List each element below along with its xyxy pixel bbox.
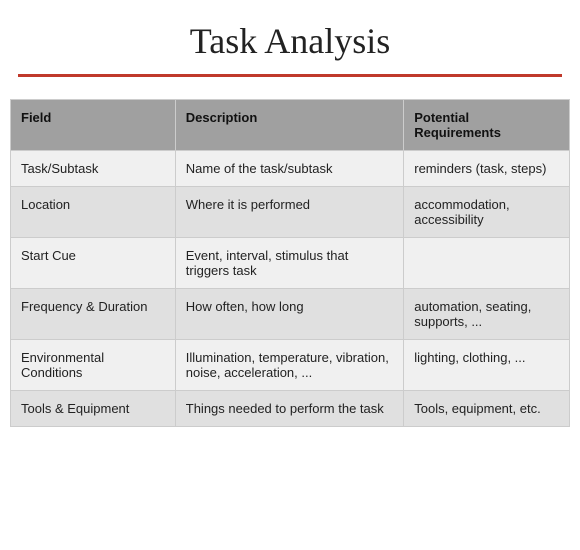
cell-description: How often, how long [175, 289, 403, 340]
cell-description: Name of the task/subtask [175, 151, 403, 187]
col-header-field: Field [11, 100, 176, 151]
table-row: Frequency & DurationHow often, how longa… [11, 289, 570, 340]
cell-description: Things needed to perform the task [175, 391, 403, 427]
table-row: Tools & EquipmentThings needed to perfor… [11, 391, 570, 427]
col-header-description: Description [175, 100, 403, 151]
table-row: Start CueEvent, interval, stimulus that … [11, 238, 570, 289]
cell-field: Environmental Conditions [11, 340, 176, 391]
cell-field: Task/Subtask [11, 151, 176, 187]
cell-description: Illumination, temperature, vibration, no… [175, 340, 403, 391]
cell-field: Frequency & Duration [11, 289, 176, 340]
cell-field: Start Cue [11, 238, 176, 289]
cell-field: Tools & Equipment [11, 391, 176, 427]
table-row: Environmental ConditionsIllumination, te… [11, 340, 570, 391]
page-title: Task Analysis [10, 20, 570, 62]
cell-requirements: reminders (task, steps) [404, 151, 570, 187]
cell-description: Event, interval, stimulus that triggers … [175, 238, 403, 289]
col-header-requirements: Potential Requirements [404, 100, 570, 151]
cell-description: Where it is performed [175, 187, 403, 238]
cell-requirements: Tools, equipment, etc. [404, 391, 570, 427]
table-header-row: Field Description Potential Requirements [11, 100, 570, 151]
header-section: Task Analysis [0, 0, 580, 87]
cell-requirements [404, 238, 570, 289]
cell-requirements: automation, seating, supports, ... [404, 289, 570, 340]
cell-requirements: lighting, clothing, ... [404, 340, 570, 391]
table-row: LocationWhere it is performedaccommodati… [11, 187, 570, 238]
title-underline [18, 74, 562, 77]
cell-requirements: accommodation, accessibility [404, 187, 570, 238]
task-analysis-table: Field Description Potential Requirements… [10, 99, 570, 427]
cell-field: Location [11, 187, 176, 238]
table-row: Task/SubtaskName of the task/subtaskremi… [11, 151, 570, 187]
table-container: Field Description Potential Requirements… [0, 87, 580, 437]
